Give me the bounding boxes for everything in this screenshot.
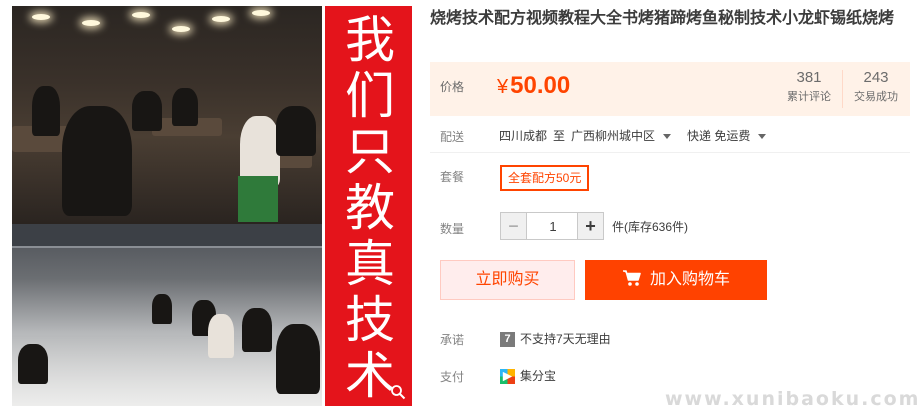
ship-to-word: 至 <box>553 129 566 143</box>
payment-row: 集分宝 <box>500 367 557 385</box>
shipping-row: 四川成都至广西柳州城中区 快递 免运费 <box>499 127 782 144</box>
chevron-down-icon <box>758 134 767 140</box>
restaurant-photo-top <box>12 6 322 224</box>
destination-text: 广西柳州城中区 <box>571 129 656 143</box>
reviews-label: 累计评论 <box>787 91 831 103</box>
price-value: ¥50.00 <box>497 68 570 105</box>
jifenbao-icon <box>500 369 515 385</box>
ship-from: 四川成都 <box>499 129 548 143</box>
chevron-down-icon <box>663 134 672 140</box>
stock-text: 件(库存636件) <box>612 220 689 234</box>
seven-day-icon: 7 <box>500 332 515 348</box>
deals-stat: 243 交易成功 <box>846 68 906 110</box>
add-to-cart-button[interactable]: 加入购物车 <box>585 260 767 300</box>
zoom-icon[interactable] <box>390 384 406 400</box>
banner-char: 我 <box>345 11 395 69</box>
banner-char: 只 <box>345 123 395 181</box>
quantity-input[interactable] <box>528 213 578 239</box>
shipping-method-text: 快递 免运费 <box>687 129 751 143</box>
add-to-cart-label: 加入购物车 <box>649 271 730 288</box>
banner-char: 技 <box>345 291 395 349</box>
promise-row: 7 不支持7天无理由 <box>500 330 611 348</box>
shipping-label: 配送 <box>440 130 465 144</box>
mall-food-court-photo <box>12 224 322 406</box>
payment-label: 支付 <box>440 370 465 384</box>
package-label: 套餐 <box>440 170 465 184</box>
deals-label: 交易成功 <box>854 91 898 103</box>
quantity-decrease-button[interactable]: − <box>501 213 527 239</box>
deals-count: 243 <box>863 69 889 86</box>
promise-label: 承诺 <box>440 333 465 347</box>
buy-now-button[interactable]: 立即购买 <box>440 260 575 300</box>
product-main-image[interactable]: 我 们 只 教 真 技 术 <box>12 6 412 406</box>
price-panel: 价格 ¥50.00 381 累计评论 243 交易成功 <box>430 62 910 116</box>
reviews-stat[interactable]: 381 累计评论 <box>780 68 838 110</box>
banner-char: 们 <box>345 67 395 125</box>
shipping-method-select[interactable]: 快递 免运费 <box>687 127 776 144</box>
quantity-increase-button[interactable]: + <box>577 213 603 239</box>
banner-char: 真 <box>345 235 395 293</box>
promo-banner: 我 们 只 教 真 技 术 <box>322 6 412 406</box>
promise-text: 不支持7天无理由 <box>520 332 611 346</box>
site-watermark: www.xunibaoku.com <box>665 388 918 410</box>
payment-method: 集分宝 <box>520 369 557 383</box>
banner-char: 教 <box>345 179 395 237</box>
reviews-count: 381 <box>796 69 822 86</box>
package-option-selected[interactable]: 全套配方50元 <box>500 165 590 191</box>
quantity-label: 数量 <box>440 222 465 236</box>
destination-select[interactable]: 广西柳州城中区 <box>571 127 681 144</box>
quantity-stepper: − + <box>500 212 604 240</box>
stat-divider <box>842 70 843 108</box>
currency-symbol: ¥ <box>497 76 509 98</box>
divider <box>430 152 910 153</box>
cart-icon <box>622 270 641 287</box>
price-label: 价格 <box>440 80 465 94</box>
price-amount: 50.00 <box>510 72 571 99</box>
product-title: 烧烤技术配方视频教程大全书烤猪蹄烤鱼秘制技术小龙虾锡纸烧烤 <box>430 10 895 27</box>
